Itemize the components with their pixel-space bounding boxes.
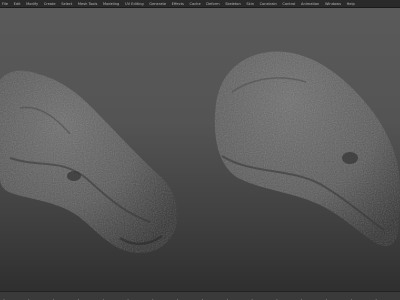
timeline-bar[interactable]: [0, 291, 400, 300]
menu-constrain[interactable]: Constrain: [260, 0, 277, 7]
3d-viewport[interactable]: [0, 8, 400, 291]
menu-select[interactable]: Select: [61, 0, 72, 7]
viewport-canvas[interactable]: [0, 8, 400, 291]
menu-modify[interactable]: Modify: [26, 0, 38, 7]
menu-file[interactable]: File: [2, 0, 8, 7]
menu-uv-editing[interactable]: UV Editing: [125, 0, 144, 7]
menu-edit[interactable]: Edit: [14, 0, 21, 7]
menu-animation[interactable]: Animation: [301, 0, 319, 7]
menu-skeleton[interactable]: Skeleton: [225, 0, 241, 7]
menu-mesh-tools[interactable]: Mesh Tools: [78, 0, 97, 7]
menu-windows[interactable]: Windows: [325, 0, 341, 7]
asteroid-left[interactable]: [0, 70, 178, 254]
menu-control[interactable]: Control: [282, 0, 295, 7]
menu-deform[interactable]: Deform: [206, 0, 219, 7]
menu-help[interactable]: Help: [347, 0, 355, 7]
menu-skin[interactable]: Skin: [246, 0, 254, 7]
main-menubar: File Edit Modify Create Select Mesh Tools Mode…: [0, 0, 400, 8]
menu-modeling[interactable]: Modeling: [103, 0, 119, 7]
asteroid-right[interactable]: [214, 51, 400, 247]
menu-create[interactable]: Create: [44, 0, 56, 7]
menu-effects[interactable]: Effects: [172, 0, 184, 7]
menu-cache[interactable]: Cache: [189, 0, 200, 7]
menu-generate[interactable]: Generate: [149, 0, 166, 7]
